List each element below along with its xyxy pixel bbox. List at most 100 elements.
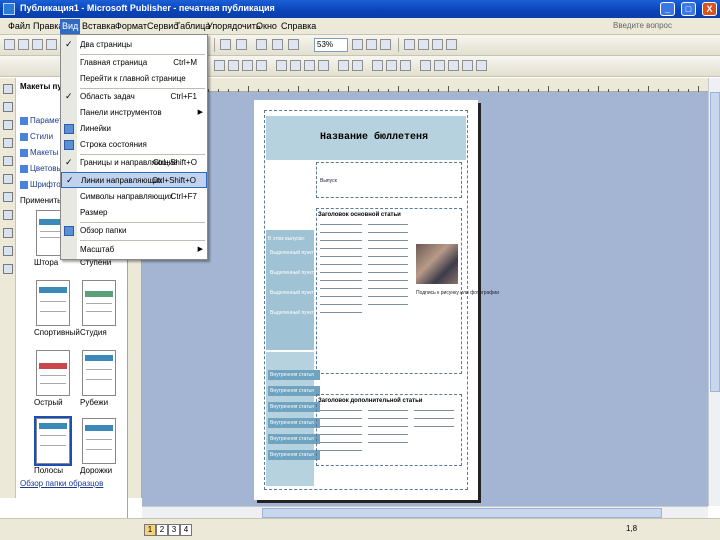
- line-color-icon[interactable]: [386, 60, 397, 71]
- insert-table-icon[interactable]: [256, 39, 267, 50]
- menu-item-two-page-spread[interactable]: ✓ Два страницы: [61, 37, 207, 53]
- menu-item-boundaries-guides[interactable]: ✓ Границы и направляющие Ctrl+Shift+O: [61, 155, 207, 171]
- zoom-in-icon[interactable]: [366, 39, 377, 50]
- page-navigator-4[interactable]: 4: [180, 524, 192, 536]
- menu-item-zoom[interactable]: Масштаб ▶: [61, 242, 207, 258]
- text-line: [320, 450, 362, 451]
- page-navigator-1[interactable]: 1: [144, 524, 156, 536]
- insert-table-tool-icon[interactable]: [3, 120, 13, 130]
- font-color-icon[interactable]: [400, 60, 411, 71]
- redo-icon[interactable]: [236, 39, 247, 50]
- menu-table[interactable]: Таблица: [175, 21, 210, 31]
- send-backward-icon[interactable]: [418, 39, 429, 50]
- page-navigator-2[interactable]: 2: [156, 524, 168, 536]
- menu-view[interactable]: Вид: [60, 19, 81, 34]
- menu-item-guide-symbols[interactable]: Символы направляющих Ctrl+F7: [61, 189, 207, 205]
- design-gallery-icon[interactable]: [3, 264, 13, 274]
- ungroup-icon[interactable]: [446, 39, 457, 50]
- menu-item-master-page[interactable]: Главная страница Ctrl+M: [61, 55, 207, 71]
- bullets-icon[interactable]: [290, 60, 301, 71]
- decrease-indent-icon[interactable]: [304, 60, 315, 71]
- menu-item-toolbars[interactable]: Панели инструментов ▶: [61, 105, 207, 121]
- horizontal-scrollbar[interactable]: [142, 506, 708, 518]
- lead-story-photo[interactable]: [416, 244, 458, 284]
- wordart-icon[interactable]: [3, 138, 13, 148]
- arrow-style-icon[interactable]: [448, 60, 459, 71]
- bring-forward-icon[interactable]: [404, 39, 415, 50]
- zoom-out-icon[interactable]: [352, 39, 363, 50]
- document-workspace[interactable]: Название бюллетеня Выпуск В этом выпуске…: [142, 92, 708, 506]
- menu-tools[interactable]: Сервис: [147, 21, 178, 31]
- page-navigator-3[interactable]: 3: [168, 524, 180, 536]
- align-center-icon[interactable]: [228, 60, 239, 71]
- font-size-up-icon[interactable]: [338, 60, 349, 71]
- menu-item-task-pane[interactable]: ✓ Область задач Ctrl+F1: [61, 89, 207, 105]
- design-thumb[interactable]: [82, 418, 116, 464]
- text-box-icon[interactable]: [3, 102, 13, 112]
- menu-file[interactable]: Файл: [8, 21, 30, 31]
- taskpane-item-layouts[interactable]: Макеты: [20, 148, 58, 157]
- paragraph-mark-icon[interactable]: [288, 39, 299, 50]
- menu-item-size[interactable]: Размер: [61, 205, 207, 221]
- menu-item-label: Линии направляющих: [81, 176, 163, 185]
- new-icon[interactable]: [4, 39, 15, 50]
- group-icon[interactable]: [432, 39, 443, 50]
- taskpane-item-styles[interactable]: Стили: [20, 132, 53, 141]
- increase-indent-icon[interactable]: [318, 60, 329, 71]
- vertical-scroll-thumb[interactable]: [710, 92, 720, 392]
- menu-item-status-bar[interactable]: Строка состояния: [61, 137, 207, 153]
- design-thumb-selected[interactable]: [34, 416, 72, 466]
- vertical-scrollbar[interactable]: [708, 78, 720, 506]
- newsletter-page[interactable]: Название бюллетеня Выпуск В этом выпуске…: [254, 100, 499, 500]
- check-icon: ✓: [66, 175, 74, 185]
- menu-arrange[interactable]: Упорядочить: [207, 21, 261, 31]
- horizontal-ruler[interactable]: [142, 78, 708, 92]
- menu-format[interactable]: Формат: [115, 21, 147, 31]
- menu-edit[interactable]: Правка: [33, 21, 63, 31]
- zoom-select[interactable]: 53%: [314, 38, 348, 52]
- select-objects-icon[interactable]: [3, 84, 13, 94]
- open-icon[interactable]: [18, 39, 29, 50]
- menu-item-guide-lines[interactable]: ✓ Линии направляющих Ctrl+Shift+O: [61, 172, 207, 188]
- justify-icon[interactable]: [256, 60, 267, 71]
- autoshapes-icon[interactable]: [3, 246, 13, 256]
- rectangle-tool-icon[interactable]: [3, 228, 13, 238]
- help-question-box[interactable]: Введите вопрос: [613, 21, 672, 30]
- arrow-tool-icon[interactable]: [3, 192, 13, 202]
- menu-insert[interactable]: Вставка: [82, 21, 115, 31]
- maximize-button[interactable]: □: [681, 2, 696, 16]
- thumb-line: [86, 439, 112, 440]
- design-thumb[interactable]: [82, 350, 116, 396]
- close-button[interactable]: X: [702, 2, 717, 16]
- help-icon[interactable]: [380, 39, 391, 50]
- line-style-icon[interactable]: [420, 60, 431, 71]
- columns-icon[interactable]: [272, 39, 283, 50]
- dash-style-icon[interactable]: [434, 60, 445, 71]
- design-thumb[interactable]: [36, 280, 70, 326]
- numbering-icon[interactable]: [276, 60, 287, 71]
- menu-item-browse-folder[interactable]: Обзор папки: [61, 223, 207, 239]
- menu-help[interactable]: Справка: [281, 21, 316, 31]
- publisher-app-icon[interactable]: [3, 3, 15, 15]
- design-thumb[interactable]: [82, 280, 116, 326]
- align-right-icon[interactable]: [242, 60, 253, 71]
- print-icon[interactable]: [46, 39, 57, 50]
- shadow-style-icon[interactable]: [462, 60, 473, 71]
- menu-item-rulers[interactable]: Линейки: [61, 121, 207, 137]
- fill-color-icon[interactable]: [372, 60, 383, 71]
- design-thumb[interactable]: [36, 350, 70, 396]
- styles-icon: [20, 132, 28, 141]
- font-size-down-icon[interactable]: [352, 60, 363, 71]
- picture-frame-icon[interactable]: [3, 156, 13, 166]
- menu-item-go-to-master[interactable]: Перейти к главной странице: [61, 71, 207, 87]
- browse-design-folder-link[interactable]: Обзор папки образцов: [20, 479, 103, 488]
- oval-tool-icon[interactable]: [3, 210, 13, 220]
- line-tool-icon[interactable]: [3, 174, 13, 184]
- minimize-button[interactable]: _: [660, 2, 675, 16]
- menu-window[interactable]: Окно: [256, 21, 277, 31]
- undo-icon[interactable]: [220, 39, 231, 50]
- 3d-style-icon[interactable]: [476, 60, 487, 71]
- horizontal-scroll-thumb[interactable]: [262, 508, 662, 518]
- align-left-icon[interactable]: [214, 60, 225, 71]
- save-icon[interactable]: [32, 39, 43, 50]
